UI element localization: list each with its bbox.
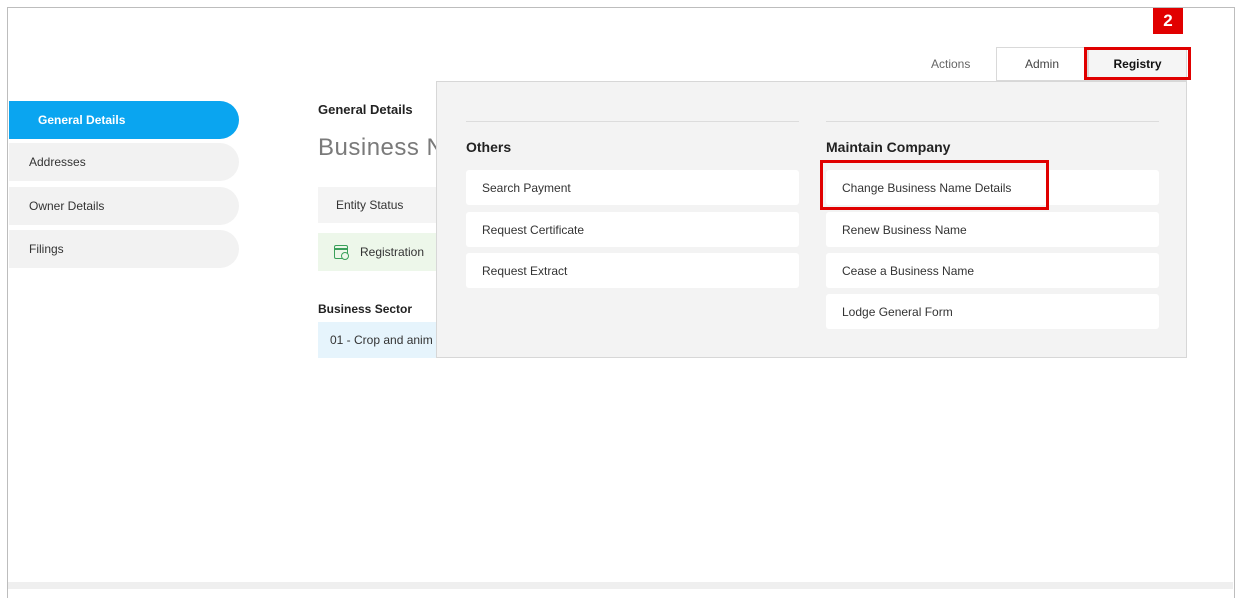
entity-status-label: Entity Status — [336, 198, 404, 212]
sidebar-item-owner-details[interactable]: Owner Details — [9, 187, 239, 225]
divider — [466, 121, 799, 122]
step-badge: 2 — [1153, 8, 1183, 34]
entity-status-field: Entity Status — [318, 187, 436, 223]
registry-highlight-box — [1084, 47, 1191, 80]
divider — [826, 121, 1159, 122]
sidebar-item-filings[interactable]: Filings — [9, 230, 239, 268]
sidebar-item-addresses[interactable]: Addresses — [9, 143, 239, 181]
registration-field: Registration — [318, 233, 436, 271]
menu-item-renew-business-name[interactable]: Renew Business Name — [826, 212, 1159, 247]
sidebar-item-general-details[interactable]: General Details — [9, 101, 239, 139]
business-sector-value: 01 - Crop and anim — [318, 322, 436, 358]
business-sector-heading: Business Sector — [318, 302, 413, 316]
page-title: Business N — [318, 134, 445, 161]
menu-item-cease-business-name[interactable]: Cease a Business Name — [826, 253, 1159, 288]
menu-item-search-payment[interactable]: Search Payment — [466, 170, 799, 205]
actions-label: Actions — [931, 57, 971, 71]
registry-dropdown: Others Search Payment Request Certificat… — [436, 81, 1187, 358]
bottom-strip — [8, 582, 1233, 589]
menu-item-request-extract[interactable]: Request Extract — [466, 253, 799, 288]
calendar-icon — [334, 245, 349, 260]
registration-label: Registration — [360, 245, 425, 259]
menu-item-request-certificate[interactable]: Request Certificate — [466, 212, 799, 247]
change-details-highlight-box — [820, 160, 1049, 210]
section-heading: General Details — [318, 102, 413, 117]
others-heading: Others — [466, 139, 512, 155]
maintain-company-heading: Maintain Company — [826, 139, 951, 155]
menu-item-lodge-general-form[interactable]: Lodge General Form — [826, 294, 1159, 329]
tab-admin[interactable]: Admin — [996, 47, 1088, 81]
